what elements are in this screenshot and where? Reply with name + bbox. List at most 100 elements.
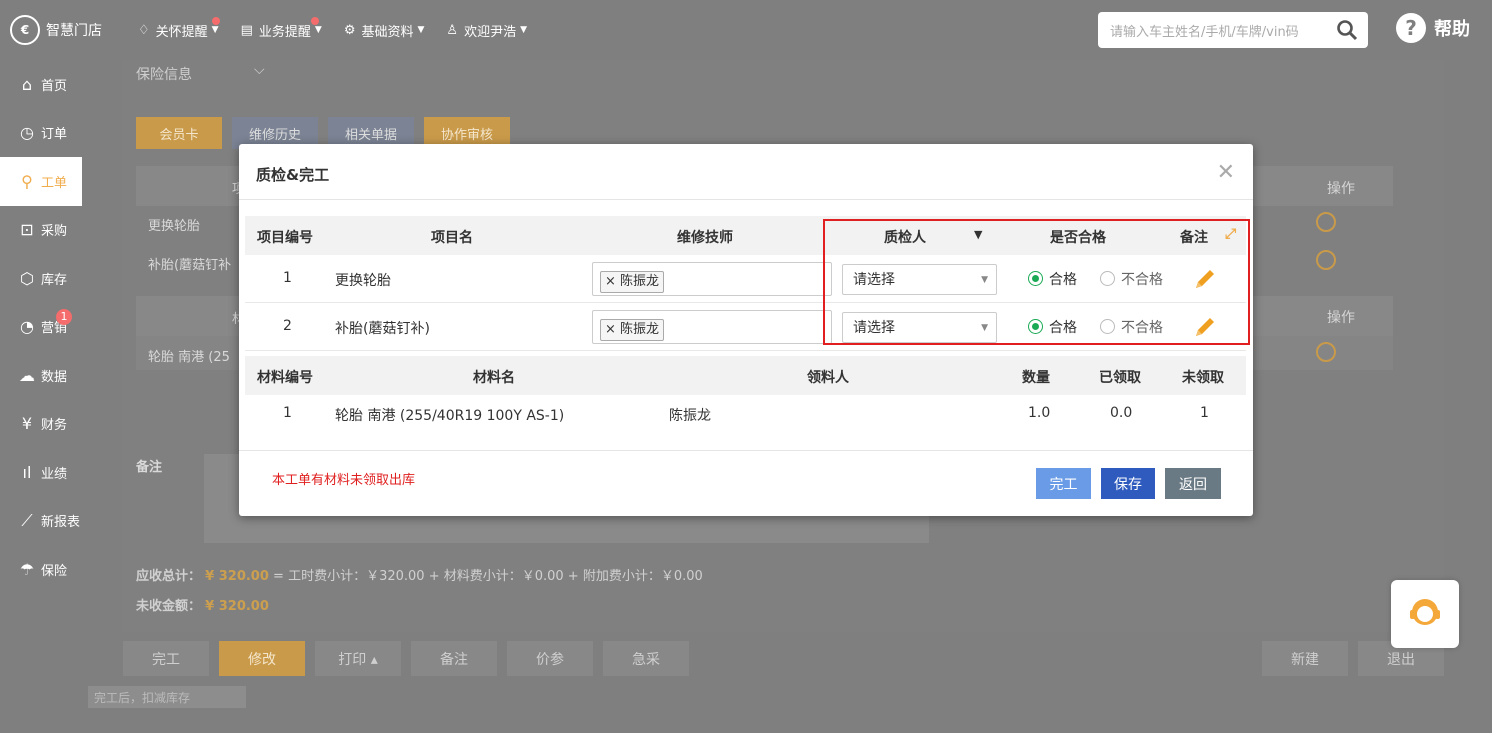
chevron-down-icon[interactable]: ⌵ bbox=[254, 62, 265, 78]
project-no: 1 bbox=[283, 270, 292, 286]
sidebar: ⌂ 首页 ◷ 订单 ⚲ 工单 ⊡ 采购 ⬡ 库存 ◔ 营销 1 ☁ 数据 ¥ 财务 ıl 业绩 ⟋ 新… bbox=[0, 60, 82, 733]
total-label: 应收总计： bbox=[136, 569, 202, 584]
umbrella-icon: ☂ bbox=[19, 559, 35, 579]
search-icon[interactable] bbox=[1336, 19, 1358, 41]
material-taken: 0.0 bbox=[1110, 405, 1133, 421]
col-technician: 维修技师 bbox=[677, 230, 733, 246]
sidebar-item-label: 业绩 bbox=[41, 466, 68, 482]
unpaid-value: ¥ 320.00 bbox=[205, 599, 269, 614]
finish-bottom-button[interactable]: 完工 bbox=[123, 641, 209, 676]
sidebar-item-workorder[interactable]: ⚲ 工单 bbox=[0, 157, 82, 206]
technician-tag[interactable]: × 陈振龙 bbox=[600, 271, 665, 293]
clock-icon: ◷ bbox=[20, 123, 34, 143]
urgent-purchase-button[interactable]: 急采 bbox=[603, 641, 689, 676]
sidebar-item-insurance[interactable]: ☂ 保险 bbox=[0, 545, 82, 594]
material-qty: 1.0 bbox=[1028, 405, 1051, 421]
col-project-name: 项目名 bbox=[431, 230, 473, 246]
back-button[interactable]: 返回 bbox=[1165, 468, 1221, 499]
sidebar-item-label: 采购 bbox=[41, 224, 68, 240]
nav-label: 关怀提醒 bbox=[155, 24, 208, 40]
finish-button[interactable]: 完工 bbox=[1036, 468, 1091, 499]
sidebar-item-finance[interactable]: ¥ 财务 bbox=[0, 400, 82, 449]
total-detail: = 工时费小计：￥320.00 + 材料费小计：￥0.00 + 附加费小计：￥0… bbox=[273, 569, 703, 584]
col-receiver: 领料人 bbox=[807, 370, 849, 386]
search-input[interactable]: 请输入车主姓名/手机/车牌/vin码 bbox=[1098, 12, 1368, 48]
nav-business-reminder[interactable]: ▤ 业务提醒 ▼ bbox=[240, 16, 322, 40]
technician-select[interactable]: × 陈振龙 bbox=[592, 310, 832, 344]
chevron-down-icon: ▼ bbox=[314, 25, 322, 35]
more-icon[interactable] bbox=[1316, 250, 1336, 270]
technician-tag[interactable]: × 陈振龙 bbox=[600, 319, 665, 341]
material-name: 轮胎 南港 (255/40R19 100Y AS-1) bbox=[335, 408, 565, 424]
divider bbox=[239, 199, 1253, 200]
finish-tooltip: 完工后，扣减库存 bbox=[88, 686, 246, 708]
material-untaken: 1 bbox=[1200, 405, 1209, 421]
notification-dot bbox=[212, 16, 220, 25]
nav-basic-data[interactable]: ⚙ 基础资料 ▼ bbox=[344, 21, 425, 40]
bg-row-project: 更换轮胎 bbox=[148, 219, 201, 234]
new-button[interactable]: 新建 bbox=[1262, 641, 1348, 676]
op-header: 操作 bbox=[1327, 310, 1355, 326]
col-taken: 已领取 bbox=[1099, 370, 1141, 386]
col-material-no: 材料编号 bbox=[257, 370, 313, 386]
close-icon[interactable]: ✕ bbox=[1217, 160, 1235, 185]
col-untaken: 未领取 bbox=[1182, 370, 1224, 386]
highlight-box bbox=[823, 219, 1250, 345]
material-table-header: 材料编号 材料名 领料人 数量 已领取 未领取 bbox=[245, 356, 1246, 395]
edit-button[interactable]: 修改 bbox=[219, 641, 305, 676]
remark-button[interactable]: 备注 bbox=[411, 641, 497, 676]
project-no: 2 bbox=[283, 318, 292, 334]
marketing-badge: 1 bbox=[56, 308, 72, 325]
nav-label: 业务提醒 bbox=[258, 24, 311, 40]
clipboard-icon: ▤ bbox=[240, 22, 253, 38]
technician-select[interactable]: × 陈振龙 bbox=[592, 262, 832, 296]
total-line: 应收总计： ¥ 320.00 = 工时费小计：￥320.00 + 材料费小计：￥… bbox=[136, 565, 703, 584]
save-button[interactable]: 保存 bbox=[1101, 468, 1155, 499]
chat-widget[interactable] bbox=[1391, 580, 1459, 648]
tab-member-card[interactable]: 会员卡 bbox=[136, 117, 222, 149]
help-label: 帮助 bbox=[1434, 19, 1470, 40]
project-name: 更换轮胎 bbox=[335, 273, 391, 289]
logo-mark: € bbox=[10, 15, 40, 45]
logo-text: 智慧门店 bbox=[46, 23, 102, 39]
chart-icon: ◔ bbox=[20, 317, 34, 337]
material-no: 1 bbox=[283, 405, 292, 421]
sidebar-item-performance[interactable]: ıl 业绩 bbox=[0, 448, 82, 497]
unpaid-line: 未收金额： ¥ 320.00 bbox=[136, 595, 269, 614]
material-warning: 本工单有材料未领取出库 bbox=[272, 473, 416, 488]
customer-service-icon bbox=[1410, 599, 1440, 625]
cloud-icon: ☁ bbox=[19, 365, 35, 385]
sidebar-item-label: 库存 bbox=[41, 272, 68, 288]
more-icon[interactable] bbox=[1316, 212, 1336, 232]
nav-user-menu[interactable]: ♙ 欢迎尹浩 ▼ bbox=[446, 21, 527, 40]
col-material-name: 材料名 bbox=[473, 370, 515, 386]
bar-chart-icon: ıl bbox=[22, 462, 32, 482]
tag-remove-icon[interactable]: × bbox=[605, 322, 620, 337]
top-bar: € 智慧门店 ♢ 关怀提醒 ▼ ▤ 业务提醒 ▼ ⚙ 基础资料 ▼ ♙ 欢迎尹浩… bbox=[0, 0, 1492, 60]
logo[interactable]: € 智慧门店 bbox=[0, 15, 130, 45]
sidebar-item-label: 财务 bbox=[41, 418, 68, 434]
user-icon: ♙ bbox=[446, 22, 459, 38]
sidebar-item-inventory[interactable]: ⬡ 库存 bbox=[0, 254, 82, 303]
sidebar-item-label: 首页 bbox=[41, 78, 68, 94]
divider bbox=[239, 450, 1253, 451]
print-button[interactable]: 打印 ▴ bbox=[315, 641, 401, 676]
bg-row-project: 补胎(蘑菇钉补 bbox=[148, 258, 232, 273]
sidebar-item-home[interactable]: ⌂ 首页 bbox=[0, 60, 82, 109]
help-button[interactable]: ? 帮助 bbox=[1396, 13, 1470, 43]
sidebar-item-label: 订单 bbox=[41, 127, 68, 143]
sidebar-item-data[interactable]: ☁ 数据 bbox=[0, 351, 82, 400]
sidebar-item-reports[interactable]: ⟋ 新报表 bbox=[0, 497, 82, 546]
sidebar-item-marketing[interactable]: ◔ 营销 1 bbox=[0, 303, 82, 352]
sidebar-item-purchase[interactable]: ⊡ 采购 bbox=[0, 206, 82, 255]
question-icon: ? bbox=[1396, 13, 1426, 43]
sidebar-item-orders[interactable]: ◷ 订单 bbox=[0, 109, 82, 158]
insurance-section-title[interactable]: 保险信息 bbox=[136, 64, 192, 84]
nav-care-reminder[interactable]: ♢ 关怀提醒 ▼ bbox=[138, 16, 220, 40]
more-icon[interactable] bbox=[1316, 342, 1336, 362]
price-ref-button[interactable]: 价参 bbox=[507, 641, 593, 676]
table-row: 1 轮胎 南港 (255/40R19 100Y AS-1) 陈振龙 1.0 0.… bbox=[245, 395, 1246, 435]
technician-name: 陈振龙 bbox=[620, 322, 660, 337]
nav-label: 欢迎尹浩 bbox=[464, 24, 517, 40]
tag-remove-icon[interactable]: × bbox=[605, 274, 620, 289]
